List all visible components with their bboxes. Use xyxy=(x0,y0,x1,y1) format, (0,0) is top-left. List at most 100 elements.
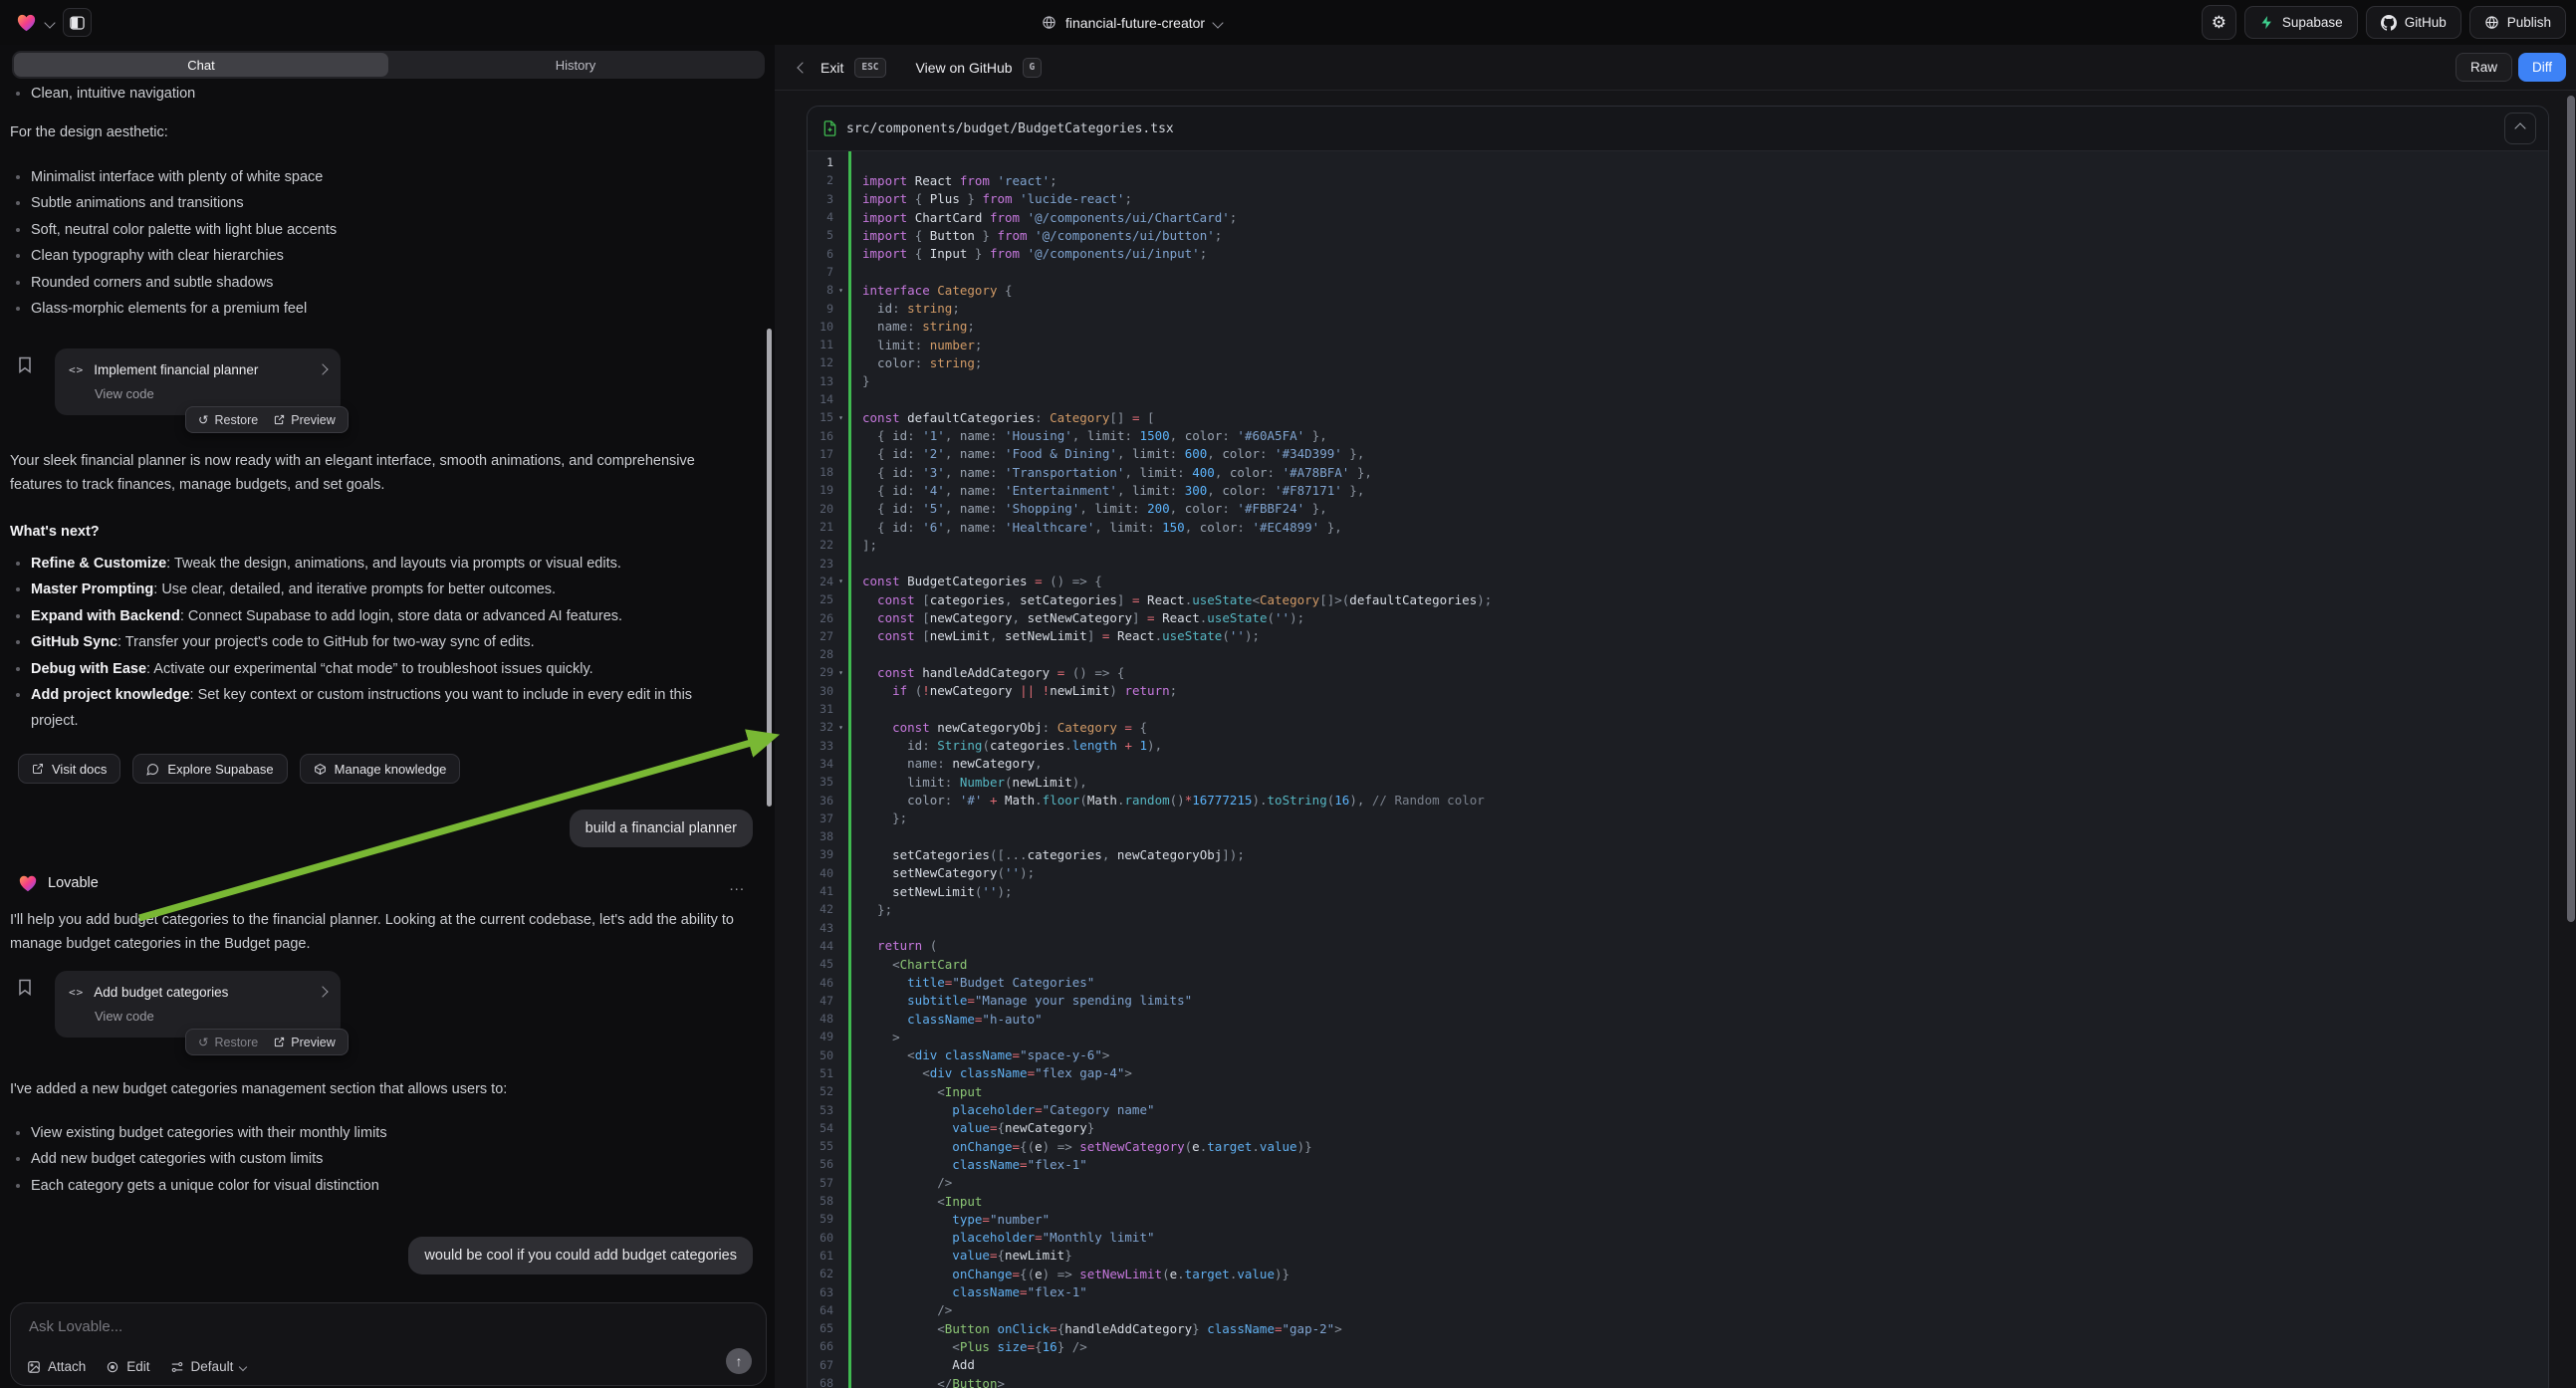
bookmark-icon[interactable] xyxy=(18,356,32,373)
line-number: 48 xyxy=(808,1012,833,1026)
globe-icon xyxy=(2484,15,2499,30)
code-line: 17 { id: '2', name: 'Food & Dining', lim… xyxy=(808,445,2548,463)
chevron-right-icon xyxy=(317,986,328,997)
code-line: 30 if (!newCategory || !newLimit) return… xyxy=(808,682,2548,700)
line-number: 8 xyxy=(808,283,833,297)
code-line: 16 { id: '1', name: 'Housing', limit: 15… xyxy=(808,426,2548,444)
list-item: Add project knowledge: Set key context o… xyxy=(10,682,742,735)
code-line: 43 xyxy=(808,918,2548,936)
external-link-icon xyxy=(274,414,285,425)
view-code-link[interactable]: View code xyxy=(95,1009,327,1024)
send-button[interactable]: ↑ xyxy=(726,1348,752,1374)
tab-history[interactable]: History xyxy=(388,53,763,77)
code-line: 60 placeholder="Monthly limit" xyxy=(808,1229,2548,1247)
file-card: src/components/budget/BudgetCategories.t… xyxy=(807,106,2549,1388)
whats-next-heading: What's next? xyxy=(10,521,737,545)
chevron-down-icon[interactable] xyxy=(44,17,55,28)
code-line: 38 xyxy=(808,827,2548,845)
code-line: 8▾interface Category { xyxy=(808,281,2548,299)
preview-button[interactable]: Preview xyxy=(274,1036,335,1049)
restore-icon: ↺ xyxy=(198,1035,208,1049)
fold-icon[interactable]: ▾ xyxy=(833,286,848,295)
line-number: 47 xyxy=(808,994,833,1008)
assistant-paragraph: I've added a new budget categories manag… xyxy=(10,1078,737,1102)
exit-button[interactable]: Exit xyxy=(820,60,843,76)
file-path: src/components/budget/BudgetCategories.t… xyxy=(846,121,1174,136)
line-number: 14 xyxy=(808,392,833,406)
line-number: 31 xyxy=(808,702,833,716)
version-hover-toolbar: ↺ Restore Preview xyxy=(185,1029,349,1055)
line-number: 28 xyxy=(808,647,833,661)
manage-knowledge-button[interactable]: Manage knowledge xyxy=(300,754,461,784)
external-link-icon xyxy=(32,763,44,775)
raw-toggle-button[interactable]: Raw xyxy=(2456,53,2512,82)
line-number: 66 xyxy=(808,1339,833,1353)
line-number: 36 xyxy=(808,794,833,808)
file-header[interactable]: src/components/budget/BudgetCategories.t… xyxy=(808,107,2548,151)
collapse-file-button[interactable] xyxy=(2504,113,2536,144)
model-selector[interactable]: Default xyxy=(170,1359,247,1374)
more-options-button[interactable]: ... xyxy=(729,877,745,894)
project-switcher[interactable]: financial-future-creator xyxy=(1042,0,1222,45)
line-number: 62 xyxy=(808,1267,833,1280)
bookmark-icon[interactable] xyxy=(18,979,32,996)
line-number: 6 xyxy=(808,247,833,261)
explore-supabase-button[interactable]: Explore Supabase xyxy=(132,754,287,784)
g-kbd-badge: G xyxy=(1023,58,1043,78)
preview-button[interactable]: Preview xyxy=(274,413,335,427)
version-card-add-budget-categories[interactable]: <> Add budget categories View code xyxy=(55,971,341,1038)
line-number: 10 xyxy=(808,320,833,334)
fold-icon[interactable]: ▾ xyxy=(833,577,848,585)
chat-scrollbar[interactable] xyxy=(767,329,772,807)
line-number: 22 xyxy=(808,538,833,552)
code-line: 23 xyxy=(808,555,2548,573)
code-line: 15▾const defaultCategories: Category[] =… xyxy=(808,408,2548,426)
code-line: 41 setNewLimit(''); xyxy=(808,882,2548,900)
line-number: 52 xyxy=(808,1084,833,1098)
code-view-panel: Exit ESC View on GitHub G Raw Diff src/c… xyxy=(775,45,2576,1388)
chevron-left-icon[interactable] xyxy=(797,62,808,73)
line-number: 35 xyxy=(808,775,833,789)
line-number: 49 xyxy=(808,1030,833,1043)
line-number: 32 xyxy=(808,720,833,734)
line-number: 64 xyxy=(808,1303,833,1317)
line-number: 57 xyxy=(808,1176,833,1190)
line-number: 13 xyxy=(808,374,833,388)
code-line: 44 return ( xyxy=(808,937,2548,955)
view-code-link[interactable]: View code xyxy=(95,386,327,401)
restore-button[interactable]: ↺ Restore xyxy=(198,412,258,427)
restore-button[interactable]: ↺ Restore xyxy=(198,1035,258,1049)
line-number: 24 xyxy=(808,575,833,588)
toggle-sidebar-button[interactable] xyxy=(63,8,92,37)
fold-icon[interactable]: ▾ xyxy=(833,723,848,732)
line-number: 39 xyxy=(808,847,833,861)
line-number: 29 xyxy=(808,665,833,679)
lovable-avatar-icon xyxy=(18,874,38,892)
settings-button[interactable]: ⚙ xyxy=(2202,5,2236,40)
chevron-down-icon xyxy=(239,1362,247,1370)
code-line: 22]; xyxy=(808,536,2548,554)
attach-button[interactable]: Attach xyxy=(27,1359,86,1374)
github-button[interactable]: GitHub xyxy=(2366,6,2461,39)
code-line: 14 xyxy=(808,390,2548,408)
window-scrollbar[interactable] xyxy=(2567,96,2575,922)
fold-icon[interactable]: ▾ xyxy=(833,668,848,677)
list-item: GitHub Sync: Transfer your project's cod… xyxy=(10,629,742,655)
publish-button[interactable]: Publish xyxy=(2469,6,2566,39)
line-number: 68 xyxy=(808,1376,833,1388)
visit-docs-button[interactable]: Visit docs xyxy=(18,754,120,784)
chat-input[interactable] xyxy=(27,1317,718,1336)
code-line: 59 type="number" xyxy=(808,1210,2548,1228)
view-on-github-button[interactable]: View on GitHub xyxy=(916,60,1013,76)
edit-mode-button[interactable]: Edit xyxy=(106,1359,149,1374)
code-line: 20 { id: '5', name: 'Shopping', limit: 2… xyxy=(808,500,2548,518)
message-circle-icon xyxy=(146,763,159,776)
code-line: 18 { id: '3', name: 'Transportation', li… xyxy=(808,463,2548,481)
supabase-button[interactable]: Supabase xyxy=(2244,6,2358,39)
fold-icon[interactable]: ▾ xyxy=(833,413,848,422)
version-card-implement-financial-planner[interactable]: <> Implement financial planner View code xyxy=(55,348,341,415)
tab-chat[interactable]: Chat xyxy=(14,53,388,77)
lovable-logo-icon[interactable] xyxy=(16,13,37,32)
diff-toggle-button[interactable]: Diff xyxy=(2518,53,2566,82)
gear-icon: ⚙ xyxy=(2212,13,2226,33)
